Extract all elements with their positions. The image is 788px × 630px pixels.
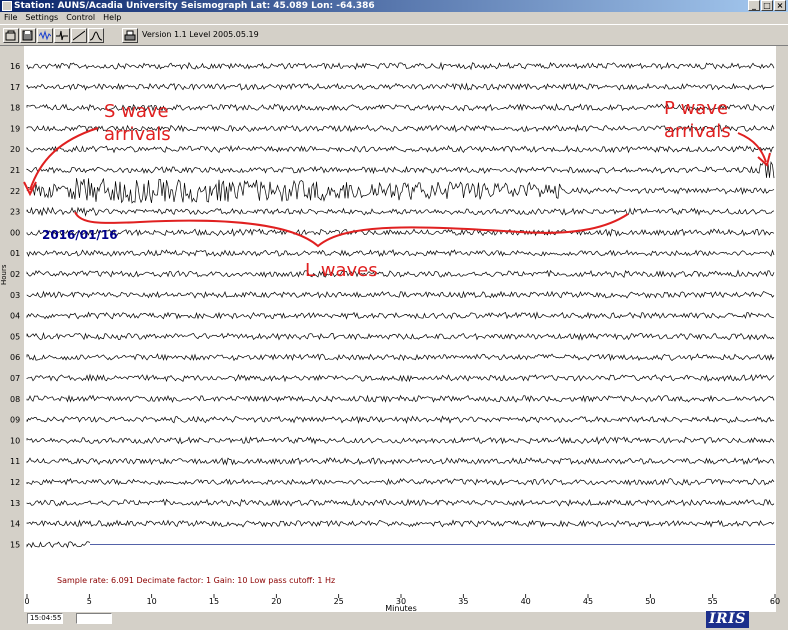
trace-hour-05 — [26, 331, 775, 341]
hour-label-13: 13 — [10, 499, 20, 508]
x-tick-label-45: 45 — [583, 597, 593, 606]
x-tick-label-40: 40 — [521, 597, 531, 606]
hour-label-20: 20 — [10, 145, 20, 154]
trace-hour-08 — [26, 394, 775, 404]
trace-hour-01 — [26, 248, 775, 257]
hour-label-14: 14 — [10, 520, 20, 529]
hour-label-21: 21 — [10, 166, 20, 175]
trace-hour-09 — [26, 415, 775, 424]
hour-label-19: 19 — [10, 124, 20, 133]
x-tick-label-35: 35 — [458, 597, 468, 606]
x-axis-label: Minutes — [385, 604, 417, 613]
l-wave-brace — [74, 211, 629, 248]
hour-label-15: 15 — [10, 540, 20, 549]
hour-label-17: 17 — [10, 83, 20, 92]
hour-label-05: 05 — [10, 332, 20, 341]
x-tick-label-5: 5 — [87, 597, 92, 606]
p-wave-label-line1: P wave — [664, 98, 728, 119]
trace-hour-14 — [26, 519, 775, 528]
trace-hour-07 — [26, 373, 775, 383]
hour-label-06: 06 — [10, 353, 20, 362]
seismogram-plot: 1617181920212223000102030405060708091011… — [0, 61, 780, 613]
hour-label-12: 12 — [10, 478, 20, 487]
x-tick-label-10: 10 — [147, 597, 157, 606]
date-label: 2016/01/16 — [42, 228, 118, 242]
trace-hour-15 — [26, 541, 91, 549]
hour-label-08: 08 — [10, 395, 20, 404]
trace-hour-00 — [26, 228, 775, 237]
hour-label-04: 04 — [10, 312, 20, 321]
x-tick-label-0: 0 — [24, 597, 29, 606]
x-tick-label-55: 55 — [708, 597, 718, 606]
trace-hour-13 — [26, 498, 775, 507]
hour-label-11: 11 — [10, 457, 20, 466]
hour-label-07: 07 — [10, 374, 20, 383]
trace-hour-03 — [26, 290, 775, 299]
s-wave-arrow — [29, 127, 99, 191]
hour-label-16: 16 — [10, 62, 20, 71]
sample-info: Sample rate: 6.091 Decimate factor: 1 Ga… — [57, 576, 335, 585]
trace-hour-12 — [26, 478, 775, 486]
y-axis-label: Hours — [0, 264, 8, 285]
hour-label-03: 03 — [10, 291, 20, 300]
trace-hour-16 — [26, 61, 775, 71]
hour-label-02: 02 — [10, 270, 20, 279]
p-wave-label-line2: arrivals — [664, 121, 731, 142]
x-tick-label-50: 50 — [645, 597, 655, 606]
hour-label-01: 01 — [10, 249, 20, 258]
x-tick-label-15: 15 — [209, 597, 219, 606]
l-waves-label: L waves — [305, 260, 378, 281]
x-tick-label-20: 20 — [271, 597, 281, 606]
hour-label-00: 00 — [10, 228, 20, 237]
hour-label-22: 22 — [10, 187, 20, 196]
s-wave-label-line1: S wave — [104, 101, 169, 122]
hour-label-18: 18 — [10, 104, 20, 113]
trace-hour-11 — [26, 456, 775, 466]
hour-label-23: 23 — [10, 208, 20, 217]
trace-hour-23 — [26, 206, 775, 217]
trace-hour-21 — [26, 161, 775, 179]
trace-hour-02 — [26, 269, 775, 278]
trace-hour-06 — [26, 353, 775, 362]
trace-hour-04 — [26, 311, 775, 320]
trace-hour-10 — [26, 436, 775, 445]
trace-hour-22 — [26, 178, 775, 204]
trace-hour-17 — [26, 82, 775, 91]
x-tick-label-25: 25 — [334, 597, 344, 606]
x-tick-label-60: 60 — [770, 597, 780, 606]
hour-label-10: 10 — [10, 436, 20, 445]
trace-hour-20 — [26, 145, 775, 154]
s-wave-label-line2: arrivals — [104, 124, 171, 145]
hour-label-09: 09 — [10, 416, 20, 425]
